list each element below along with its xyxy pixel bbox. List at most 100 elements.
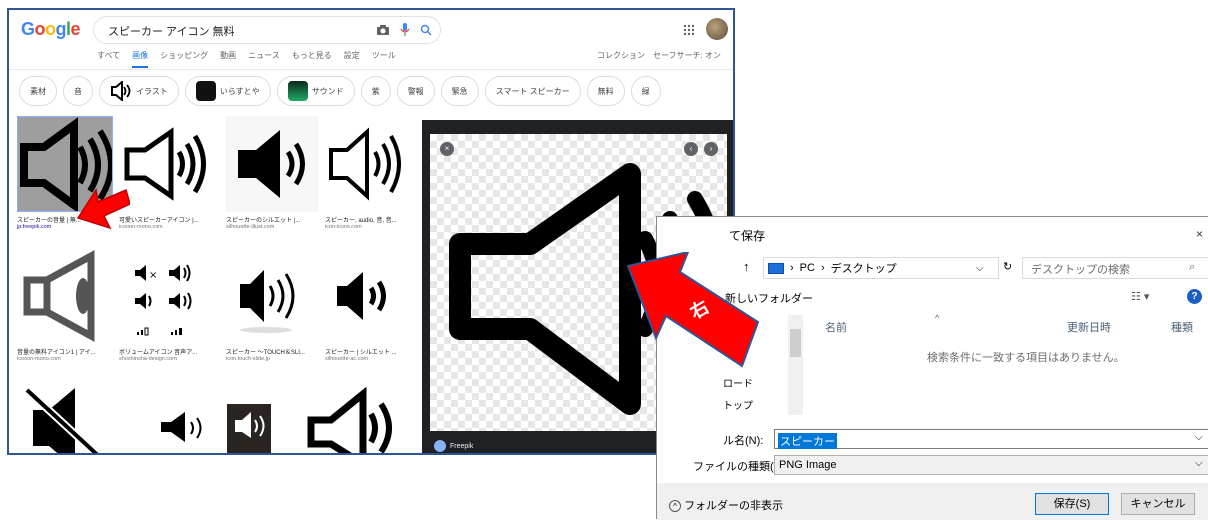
source-link[interactable]: Freepik [434, 440, 473, 452]
scroll-thumb[interactable] [790, 329, 801, 357]
chip[interactable]: 警報 [396, 76, 435, 106]
tab-all[interactable]: すべて [97, 50, 120, 68]
chip[interactable]: 無料 [586, 76, 625, 106]
apps-grid-icon[interactable] [683, 24, 695, 39]
filename-field[interactable]: スピーカー ⌵ [774, 429, 1208, 449]
avatar[interactable] [706, 18, 728, 40]
chevron-down-icon[interactable]: ⌵ [1195, 458, 1203, 469]
image-result[interactable]: 音量の無料アイコン1 | アイ... icooon-mono.com [17, 248, 113, 372]
chip-label: 紫 [371, 86, 380, 96]
result-caption: ボリュームアイコン 音声ア... [119, 350, 198, 356]
speaker-icon [161, 404, 271, 453]
nav-item[interactable]: ロード [723, 375, 753, 390]
image-result[interactable]: スピーカー, audio, 音, 音... icon-icons.com [325, 116, 411, 240]
result-caption: スピーカー ～TOUCH＆SLI... [226, 350, 305, 356]
speaker-icon [23, 250, 95, 342]
camera-icon[interactable] [376, 24, 390, 36]
chip[interactable]: イラスト [99, 76, 179, 106]
filetype-select[interactable]: PNG Image ⌵ [774, 455, 1208, 475]
help-icon[interactable]: ? [1187, 289, 1202, 304]
chip[interactable]: サウンド [276, 76, 355, 106]
empty-message: 検索条件に一致する項目はありません。 [927, 352, 1125, 364]
search-field[interactable]: デスクトップの検索 ⌕ [1022, 257, 1208, 279]
chip[interactable]: いらすとや [184, 76, 271, 106]
tab-videos[interactable]: 動画 [220, 50, 236, 68]
chip[interactable]: 緊急 [440, 76, 479, 106]
result-thumbnail[interactable] [153, 380, 303, 453]
image-result[interactable] [17, 380, 113, 453]
vertical-scrollbar[interactable] [788, 315, 803, 415]
image-result[interactable] [153, 380, 303, 453]
filetype-value: PNG Image [779, 459, 837, 471]
result-caption: スピーカーのシルエット |... [226, 218, 301, 224]
image-result[interactable]: スピーカーのシルエット |... silhouette-illust.com [226, 116, 318, 240]
close-button[interactable]: × [1196, 227, 1203, 241]
address-bar[interactable]: › PC › デスクトップ ⌵ [763, 257, 999, 279]
path-segment[interactable]: デスクトップ [831, 260, 897, 276]
tab-more[interactable]: もっと見る [292, 50, 332, 68]
result-thumbnail[interactable] [17, 380, 113, 453]
image-result[interactable] [305, 380, 411, 453]
view-options-icon[interactable]: ☷ ▾ [1131, 290, 1149, 303]
cancel-button[interactable]: キャンセル [1121, 493, 1195, 515]
column-header[interactable]: 名前 [825, 319, 847, 335]
result-source: shoshinsha-design.com [119, 356, 177, 362]
hide-folders-toggle[interactable]: ^ フォルダーの非表示 [669, 497, 783, 513]
filename-value[interactable]: スピーカー [778, 433, 837, 449]
result-caption: スピーカー, audio, 音, 音... [325, 218, 397, 224]
result-thumbnail[interactable] [226, 116, 318, 212]
result-caption: 音量の無料アイコン1 | アイ... [17, 350, 96, 356]
prev-icon[interactable]: ‹ [684, 142, 698, 156]
mute-speaker-icon [24, 387, 102, 453]
result-caption: 可愛いスピーカーアイコン |... [119, 218, 199, 224]
image-result[interactable]: 可愛いスピーカーアイコン |... icooon-mono.com [119, 116, 215, 240]
safesearch-link[interactable]: セーフサーチ: オン [653, 50, 721, 61]
mic-icon[interactable] [400, 23, 410, 37]
chevron-down-icon[interactable]: ⌵ [1195, 432, 1203, 443]
nav-item[interactable]: トップ [723, 397, 753, 412]
speaker-icon [238, 130, 305, 198]
result-source: icon-icons.com [325, 224, 362, 230]
result-thumbnail[interactable] [17, 248, 113, 344]
search-icon[interactable]: ⌕ [1189, 261, 1195, 274]
collections-link[interactable]: コレクション [597, 50, 645, 61]
result-source: icon.touch-slide.jp [226, 356, 271, 362]
result-thumbnail[interactable] [305, 380, 411, 453]
tab-tools[interactable]: ツール [372, 50, 396, 68]
chip[interactable]: 素材 [19, 76, 57, 106]
chevron-down-icon[interactable]: ⌵ [976, 263, 984, 274]
image-result[interactable]: × ボリュームアイコン 音声ア... shoshinsha-design.com [119, 248, 215, 372]
chip[interactable]: 音 [63, 76, 93, 106]
result-thumbnail[interactable] [226, 248, 318, 344]
result-thumbnail[interactable] [325, 248, 411, 344]
tab-news[interactable]: ニュース [248, 50, 280, 68]
tab-settings[interactable]: 設定 [344, 50, 360, 68]
close-icon[interactable]: × [440, 142, 454, 156]
google-logo[interactable]: Google [21, 19, 81, 40]
column-header[interactable]: 更新日時 [1067, 319, 1111, 335]
path-segment[interactable]: PC [800, 262, 815, 274]
search-input[interactable]: スピーカー アイコン 無料 [108, 23, 235, 39]
chip[interactable]: スマート スピーカー [484, 76, 581, 106]
chip-label: 無料 [597, 86, 614, 96]
image-result[interactable]: スピーカー ～TOUCH＆SLI... icon.touch-slide.jp [226, 248, 318, 372]
result-thumbnail[interactable] [119, 116, 215, 212]
result-thumbnail[interactable]: × [119, 248, 215, 344]
next-icon[interactable]: › [704, 142, 718, 156]
filename-label: ル名(N): [723, 435, 764, 447]
column-header[interactable]: 種類 [1171, 319, 1193, 335]
refresh-icon[interactable]: ↻ [1003, 260, 1012, 273]
search-box[interactable]: スピーカー アイコン 無料 [93, 16, 441, 44]
svg-text:×: × [149, 270, 157, 281]
speaker-icon [124, 127, 206, 201]
chip[interactable]: 緑 [630, 76, 661, 106]
save-button[interactable]: 保存(S) [1035, 493, 1109, 515]
chip[interactable]: 紫 [360, 76, 391, 106]
tab-images[interactable]: 画像 [132, 50, 149, 68]
result-thumbnail[interactable] [325, 116, 411, 212]
chip-thumbnail [195, 81, 216, 101]
tab-shopping[interactable]: ショッピング [160, 50, 208, 68]
search-icon[interactable] [420, 24, 432, 36]
chip-label: いらすとや [219, 86, 260, 96]
image-result[interactable]: スピーカー | シルエット ... silhouette-ac.com [325, 248, 411, 372]
